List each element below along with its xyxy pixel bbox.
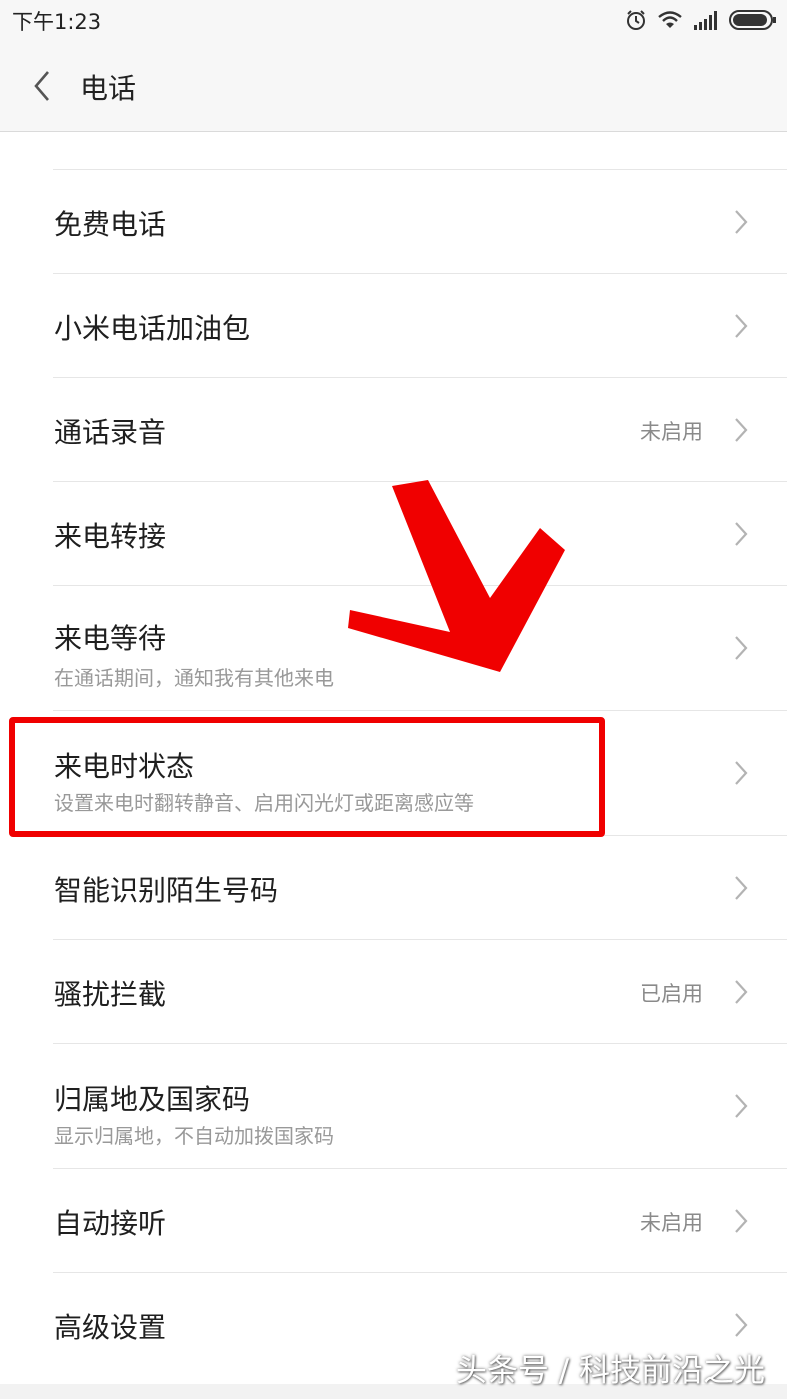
setting-auto-answer[interactable]: 自动接听 未启用 bbox=[0, 1169, 787, 1273]
chevron-right-icon bbox=[735, 418, 748, 442]
setting-location-country-code[interactable]: 归属地及国家码 显示归属地，不自动加拨国家码 bbox=[0, 1044, 787, 1169]
app-header: 电话 bbox=[0, 40, 787, 132]
setting-title: 来电时状态 bbox=[54, 750, 195, 783]
chevron-right-icon bbox=[735, 980, 748, 1004]
setting-title: 智能识别陌生号码 bbox=[54, 874, 279, 907]
setting-title: 自动接听 bbox=[54, 1207, 167, 1240]
battery-icon bbox=[729, 10, 776, 30]
setting-title: 来电等待 bbox=[54, 622, 167, 655]
wifi-icon bbox=[658, 11, 682, 28]
setting-status-value: 未启用 bbox=[640, 1211, 703, 1235]
chevron-right-icon bbox=[735, 1313, 748, 1337]
setting-title: 来电转接 bbox=[54, 520, 167, 553]
setting-title: 免费电话 bbox=[54, 208, 167, 241]
setting-subtitle: 设置来电时翻转静音、启用闪光灯或距离感应等 bbox=[54, 791, 474, 815]
back-chevron-icon[interactable] bbox=[28, 68, 58, 104]
setting-incoming-call-status[interactable]: 来电时状态 设置来电时翻转静音、启用闪光灯或距离感应等 bbox=[0, 711, 787, 836]
setting-call-booster-pack[interactable]: 小米电话加油包 bbox=[0, 274, 787, 378]
setting-call-forwarding[interactable]: 来电转接 bbox=[0, 482, 787, 586]
setting-title: 小米电话加油包 bbox=[54, 312, 251, 345]
chevron-right-icon bbox=[735, 1209, 748, 1233]
chevron-right-icon bbox=[735, 876, 748, 900]
chevron-right-icon bbox=[735, 761, 748, 785]
phone-settings-screen: 下午1:23 电话 免费电话 小米电话加油包 通话录音 未启用 来电转接 来电等… bbox=[0, 0, 787, 1399]
setting-title: 通话录音 bbox=[54, 416, 167, 449]
chevron-right-icon bbox=[735, 1094, 748, 1118]
setting-subtitle: 显示归属地，不自动加拨国家码 bbox=[54, 1124, 334, 1148]
setting-title: 骚扰拦截 bbox=[54, 978, 167, 1011]
setting-spam-blocking[interactable]: 骚扰拦截 已启用 bbox=[0, 940, 787, 1044]
setting-title: 归属地及国家码 bbox=[54, 1083, 251, 1116]
alarm-icon bbox=[627, 10, 645, 30]
setting-smart-caller-id[interactable]: 智能识别陌生号码 bbox=[0, 836, 787, 940]
setting-call-recording[interactable]: 通话录音 未启用 bbox=[0, 378, 787, 482]
chevron-right-icon bbox=[735, 314, 748, 338]
setting-subtitle: 在通话期间，通知我有其他来电 bbox=[54, 666, 334, 690]
chevron-right-icon bbox=[735, 210, 748, 234]
status-icons bbox=[625, 7, 777, 33]
setting-status-value: 已启用 bbox=[640, 982, 703, 1006]
setting-title: 高级设置 bbox=[54, 1311, 167, 1344]
chevron-right-icon bbox=[735, 522, 748, 546]
watermark: 头条号 / 科技前沿之光 bbox=[455, 1353, 765, 1389]
setting-status-value: 未启用 bbox=[640, 420, 703, 444]
signal-icon bbox=[694, 11, 717, 30]
page-title: 电话 bbox=[80, 72, 137, 105]
status-time: 下午1:23 bbox=[12, 10, 102, 34]
chevron-right-icon bbox=[735, 636, 748, 660]
setting-call-waiting[interactable]: 来电等待 在通话期间，通知我有其他来电 bbox=[0, 586, 787, 711]
setting-free-call[interactable]: 免费电话 bbox=[0, 170, 787, 274]
settings-list: 免费电话 小米电话加油包 通话录音 未启用 来电转接 来电等待 在通话期间，通知… bbox=[0, 170, 787, 1377]
status-bar: 下午1:23 bbox=[0, 0, 787, 40]
